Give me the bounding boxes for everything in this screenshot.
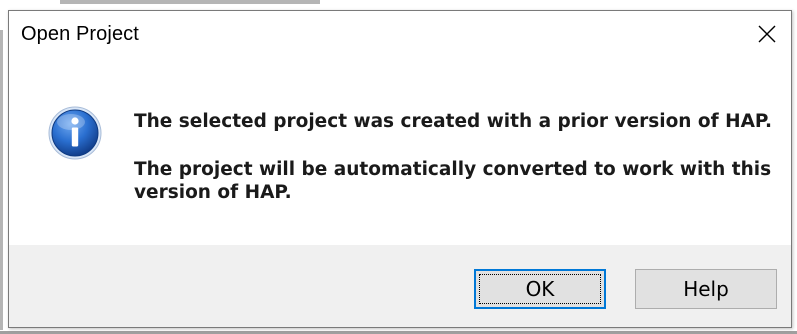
background-window-edge-top (60, 0, 320, 4)
close-icon (758, 25, 776, 43)
message-line-1: The selected project was created with a … (134, 111, 773, 132)
help-button-label: Help (683, 277, 729, 301)
focus-ring (479, 274, 601, 304)
message-line-2: The project will be automatically conver… (134, 158, 774, 204)
ok-button[interactable]: OK (474, 269, 606, 309)
dialog-button-bar: OK Help (9, 245, 791, 327)
message-line-2a: The project will be automatically conver… (134, 159, 772, 180)
dialog-title: Open Project (21, 23, 139, 45)
dialog-titlebar[interactable]: Open Project (9, 11, 791, 57)
help-button[interactable]: Help (635, 269, 777, 309)
background-window-edge-left (0, 30, 3, 330)
information-icon (48, 106, 102, 160)
open-project-dialog: Open Project The selected project was cr… (8, 10, 792, 328)
dialog-content: The selected project was created with a … (9, 57, 791, 245)
message-line-2b: version of HAP. (134, 182, 292, 203)
close-button[interactable] (747, 15, 787, 53)
